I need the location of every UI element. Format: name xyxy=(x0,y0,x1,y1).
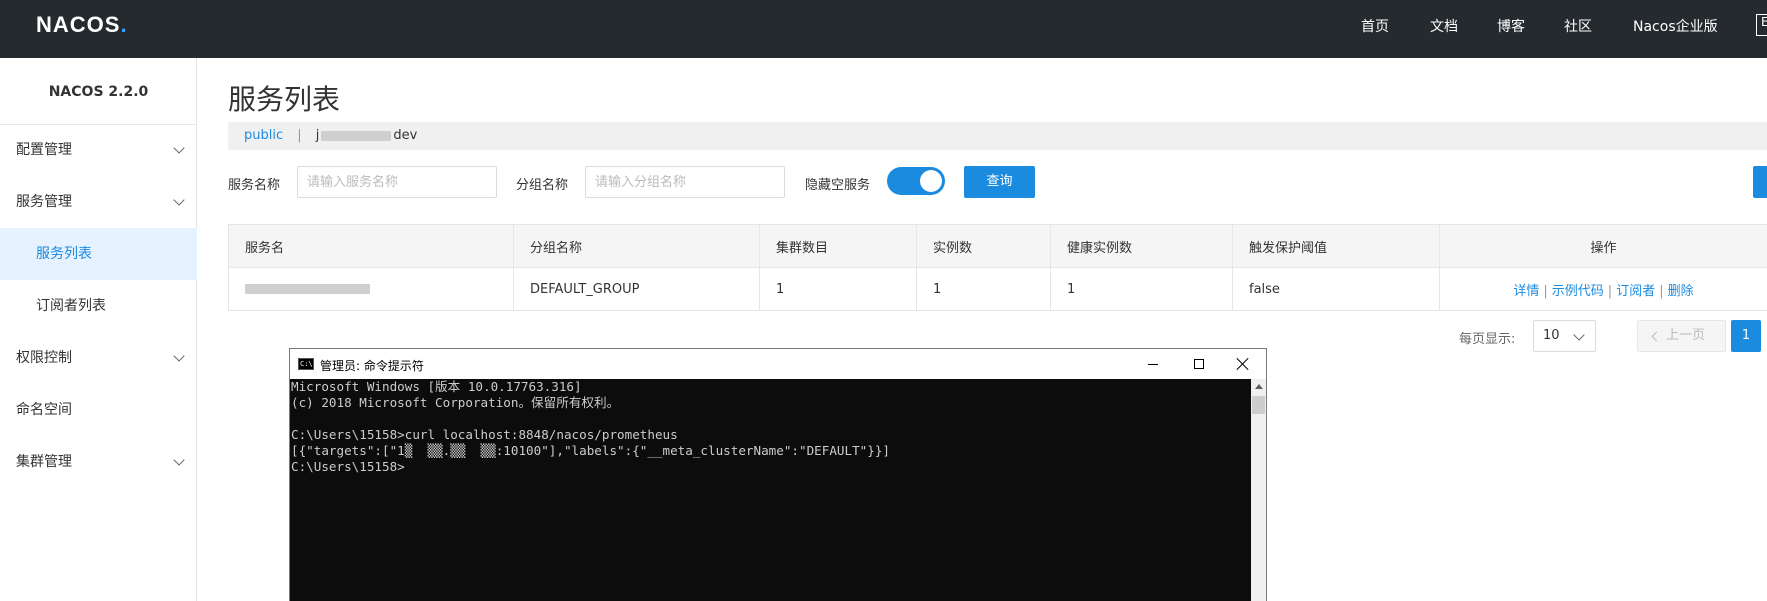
scroll-up-icon[interactable] xyxy=(1255,384,1263,389)
chevron-down-icon xyxy=(1573,329,1585,341)
sidebar-item-label: 命名空间 xyxy=(16,402,72,418)
nav-enterprise[interactable]: Nacos企业版 xyxy=(1633,16,1718,36)
hide-empty-toggle[interactable] xyxy=(887,167,945,195)
nacos-logo[interactable]: NACOS. xyxy=(36,12,128,38)
sidebar-item-label: 配置管理 xyxy=(16,142,72,158)
detail-link[interactable]: 详情 xyxy=(1513,284,1539,299)
redacted-text xyxy=(321,130,392,141)
nav-home[interactable]: 首页 xyxy=(1361,16,1389,36)
console-line: C:\Users\15158>curl localhost:8848/nacos… xyxy=(291,427,678,442)
col-instance-count: 实例数 xyxy=(916,224,1051,268)
service-name-label: 服务名称 xyxy=(228,178,281,193)
close-icon xyxy=(1236,357,1250,371)
terminal-icon: C:\ xyxy=(298,358,314,370)
console-line: C:\Users\15158> xyxy=(291,459,405,474)
minimize-icon xyxy=(1148,364,1158,365)
close-button[interactable] xyxy=(1220,349,1266,379)
per-page-value: 10 xyxy=(1543,328,1560,343)
op-separator: | xyxy=(1607,283,1613,299)
prev-page-button[interactable]: 上一页 xyxy=(1637,320,1726,352)
sidebar-item-service-management[interactable]: 服务管理 xyxy=(0,176,197,228)
col-healthy-count: 健康实例数 xyxy=(1050,224,1233,268)
group-name-input[interactable] xyxy=(585,166,785,198)
op-separator: | xyxy=(1543,283,1548,299)
cmd-console[interactable]: Microsoft Windows [版本 10.0.17763.316] (c… xyxy=(290,379,1251,601)
terminal-icon-text: C:\ xyxy=(300,360,313,368)
sidebar-item-label: 服务管理 xyxy=(16,194,72,210)
cmd-titlebar[interactable]: C:\ 管理员: 命令提示符 xyxy=(290,349,1266,379)
col-protect-threshold: 触发保护阈值 xyxy=(1232,224,1440,268)
namespace-dev-suffix: dev xyxy=(393,128,418,143)
namespace-dev[interactable]: j dev xyxy=(316,128,418,143)
top-navbar: NACOS. 首页 文档 博客 社区 Nacos企业版 E xyxy=(0,0,1767,58)
minimize-button[interactable] xyxy=(1130,349,1176,379)
namespace-separator: | xyxy=(297,128,302,143)
table-row: DEFAULT_GROUP 1 1 1 false 详情 | 示例代码 | 订阅者 | 删除 xyxy=(228,267,1767,311)
cell-protect-threshold: false xyxy=(1232,267,1440,311)
prev-page-label: 上一页 xyxy=(1666,328,1706,343)
per-page-label: 每页显示: xyxy=(1459,332,1516,347)
console-line: [{"targets":["1▒ ▒▒.▒▒ ▒▒:10100"],"label… xyxy=(291,443,890,458)
sidebar-item-label: 集群管理 xyxy=(16,454,72,470)
chevron-down-icon xyxy=(173,142,185,154)
cell-service-name xyxy=(228,267,514,311)
chevron-down-icon xyxy=(173,350,185,362)
sidebar-item-label: 服务列表 xyxy=(36,246,92,262)
sidebar-item-subscriber-list[interactable]: 订阅者列表 xyxy=(0,280,197,332)
nav-docs[interactable]: 文档 xyxy=(1430,16,1458,36)
namespace-bar: public | j dev xyxy=(228,122,1767,150)
sidebar-item-namespace[interactable]: 命名空间 xyxy=(0,384,197,436)
page-title: 服务列表 xyxy=(228,83,341,116)
sidebar-version: NACOS 2.2.0 xyxy=(48,84,149,100)
query-button[interactable]: 查询 xyxy=(964,166,1035,198)
sidebar-item-label: 权限控制 xyxy=(16,350,72,366)
cmd-window-title: 管理员: 命令提示符 xyxy=(320,359,424,373)
toggle-knob xyxy=(920,170,942,192)
cell-operations: 详情 | 示例代码 | 订阅者 | 删除 xyxy=(1439,267,1767,311)
col-cluster-count: 集群数目 xyxy=(759,224,917,268)
scroll-thumb[interactable] xyxy=(1252,396,1265,414)
cell-healthy-count: 1 xyxy=(1050,267,1233,311)
chevron-left-icon xyxy=(1651,331,1662,342)
delete-link[interactable]: 删除 xyxy=(1668,284,1694,299)
table-header-row: 服务名 分组名称 集群数目 实例数 健康实例数 触发保护阈值 操作 xyxy=(228,224,1767,268)
per-page-select[interactable]: 10 xyxy=(1533,320,1596,352)
sidebar: NACOS 2.2.0 配置管理 服务管理 服务列表 订阅者列表 权限控制 命名… xyxy=(0,58,197,601)
sample-code-link[interactable]: 示例代码 xyxy=(1552,284,1604,299)
subscriber-link[interactable]: 订阅者 xyxy=(1616,284,1655,299)
hide-empty-label: 隐藏空服务 xyxy=(805,178,871,193)
language-switch[interactable]: E xyxy=(1756,14,1767,36)
service-table: 服务名 分组名称 集群数目 实例数 健康实例数 触发保护阈值 操作 DEFAUL… xyxy=(228,224,1767,311)
chevron-down-icon xyxy=(173,194,185,206)
col-service-name: 服务名 xyxy=(228,224,514,268)
create-service-button[interactable] xyxy=(1753,166,1767,198)
console-line: (c) 2018 Microsoft Corporation。保留所有权利。 xyxy=(291,395,620,410)
sidebar-item-label: 订阅者列表 xyxy=(36,298,106,314)
service-name-input[interactable] xyxy=(297,166,497,198)
nav-community[interactable]: 社区 xyxy=(1564,16,1592,36)
cell-group-name: DEFAULT_GROUP xyxy=(513,267,760,311)
console-line: Microsoft Windows [版本 10.0.17763.316] xyxy=(291,379,582,394)
col-operations: 操作 xyxy=(1439,224,1767,268)
sidebar-item-config-management[interactable]: 配置管理 xyxy=(0,124,197,176)
group-name-label: 分组名称 xyxy=(516,178,569,193)
chevron-down-icon xyxy=(173,454,185,466)
cmd-window[interactable]: C:\ 管理员: 命令提示符 Microsoft Windows [版本 10.… xyxy=(289,348,1267,601)
cell-cluster-count: 1 xyxy=(759,267,917,311)
sidebar-item-permission-control[interactable]: 权限控制 xyxy=(0,332,197,384)
maximize-button[interactable] xyxy=(1176,349,1222,379)
nav-blog[interactable]: 博客 xyxy=(1497,16,1525,36)
op-separator: | xyxy=(1659,283,1664,299)
namespace-public[interactable]: public xyxy=(244,128,283,143)
sidebar-item-cluster-management[interactable]: 集群管理 xyxy=(0,436,197,488)
sidebar-item-service-list[interactable]: 服务列表 xyxy=(0,228,197,280)
col-group-name: 分组名称 xyxy=(513,224,760,268)
maximize-icon xyxy=(1194,359,1204,369)
page-number-current[interactable]: 1 xyxy=(1731,320,1761,352)
cell-instance-count: 1 xyxy=(916,267,1051,311)
cmd-scrollbar[interactable] xyxy=(1251,379,1266,601)
redacted-text xyxy=(245,284,370,294)
